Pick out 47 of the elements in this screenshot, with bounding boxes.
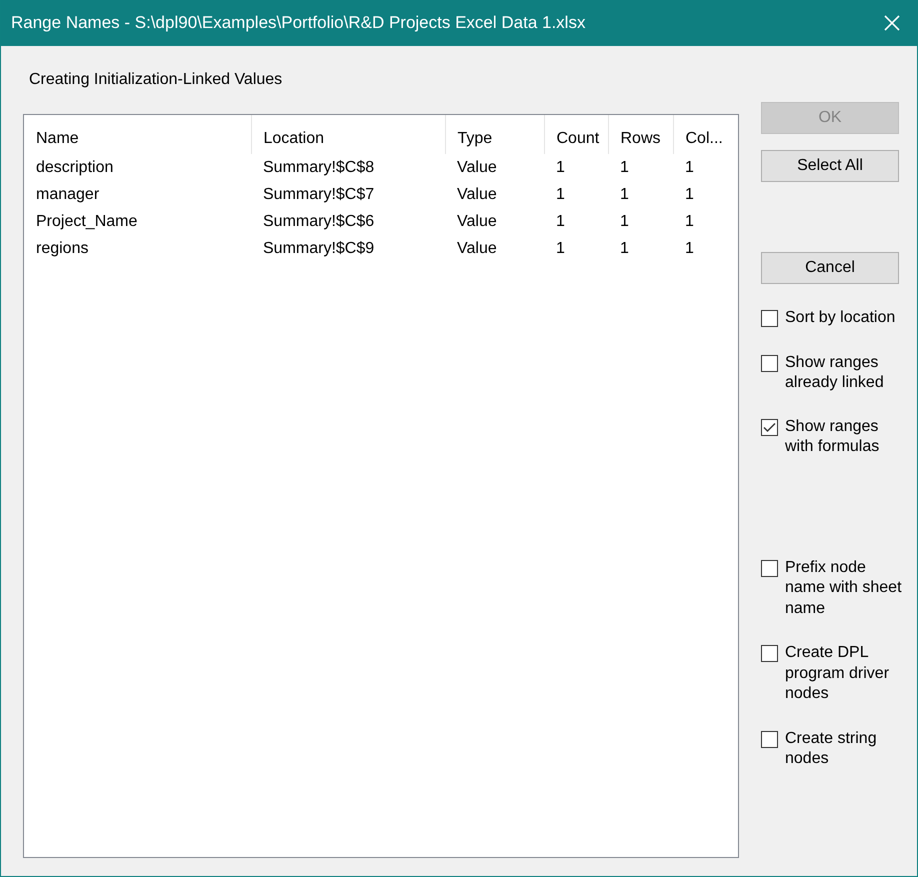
table-cell: 1 — [544, 154, 608, 181]
checkbox[interactable] — [761, 730, 778, 748]
window-title: Range Names - S:\dpl90\Examples\Portfolio\R&D Projects Excel Data 1.xlsx — [11, 12, 586, 34]
table-cell-text: 1 — [619, 238, 630, 258]
checkbox-label[interactable]: Prefix node name with sheet name — [785, 558, 902, 619]
table-cell-text: Project_Name — [35, 212, 138, 232]
dialog-heading: Creating Initialization-Linked Values — [29, 70, 284, 90]
table-cell-text: Value — [456, 184, 498, 204]
checkbox[interactable] — [761, 645, 778, 662]
table-cell-text: 1 — [684, 212, 695, 232]
checkbox-label[interactable]: Create DPL program driver nodes — [785, 643, 890, 704]
checkbox-label[interactable]: Show ranges already linked — [785, 352, 884, 394]
table-cell-text: Value — [456, 212, 498, 232]
table-cell: Value — [445, 154, 544, 181]
column-header[interactable]: Location — [251, 115, 445, 154]
dialog-button[interactable]: Cancel — [761, 252, 899, 284]
column-header[interactable]: Name — [24, 115, 251, 154]
table-cell-text: 1 — [619, 184, 630, 204]
table-cell-text: manager — [35, 184, 100, 204]
dialog-button[interactable]: Select All — [761, 150, 899, 182]
checkbox[interactable] — [761, 418, 778, 436]
checkbox-label[interactable]: Create string nodes — [785, 728, 877, 770]
table-cell-text: Summary!$C$9 — [262, 238, 376, 258]
checkbox-label[interactable]: Sort by location — [785, 308, 896, 328]
table-cell: Summary!$C$8 — [251, 154, 445, 181]
table-cell: 1 — [673, 154, 738, 181]
column-header[interactable]: Type — [445, 115, 544, 154]
table-cell-text: 1 — [555, 212, 566, 232]
column-header[interactable]: Col... — [673, 115, 738, 154]
table-cell-text: Summary!$C$6 — [262, 212, 376, 232]
table-cell: 1 — [608, 154, 673, 181]
checkbox[interactable] — [761, 560, 778, 576]
table-cell-text: 1 — [555, 238, 566, 258]
table-cell-text: Value — [456, 238, 498, 258]
table-cell-text: 1 — [555, 184, 566, 204]
column-header[interactable]: Count — [544, 115, 608, 154]
table-cell-text: 1 — [619, 212, 630, 232]
table-cell-text: 1 — [684, 184, 695, 204]
checkbox-label[interactable]: Show ranges with formulas — [785, 416, 880, 458]
column-header[interactable]: Rows — [608, 115, 673, 154]
checkbox[interactable] — [761, 310, 778, 327]
table-cell: description — [24, 154, 251, 181]
table-cell-text: 1 — [684, 238, 695, 258]
table-cell-text: Summary!$C$7 — [262, 184, 376, 204]
close-icon[interactable] — [883, 14, 901, 32]
table-cell-text: regions — [35, 238, 90, 258]
checkbox[interactable] — [761, 354, 778, 372]
